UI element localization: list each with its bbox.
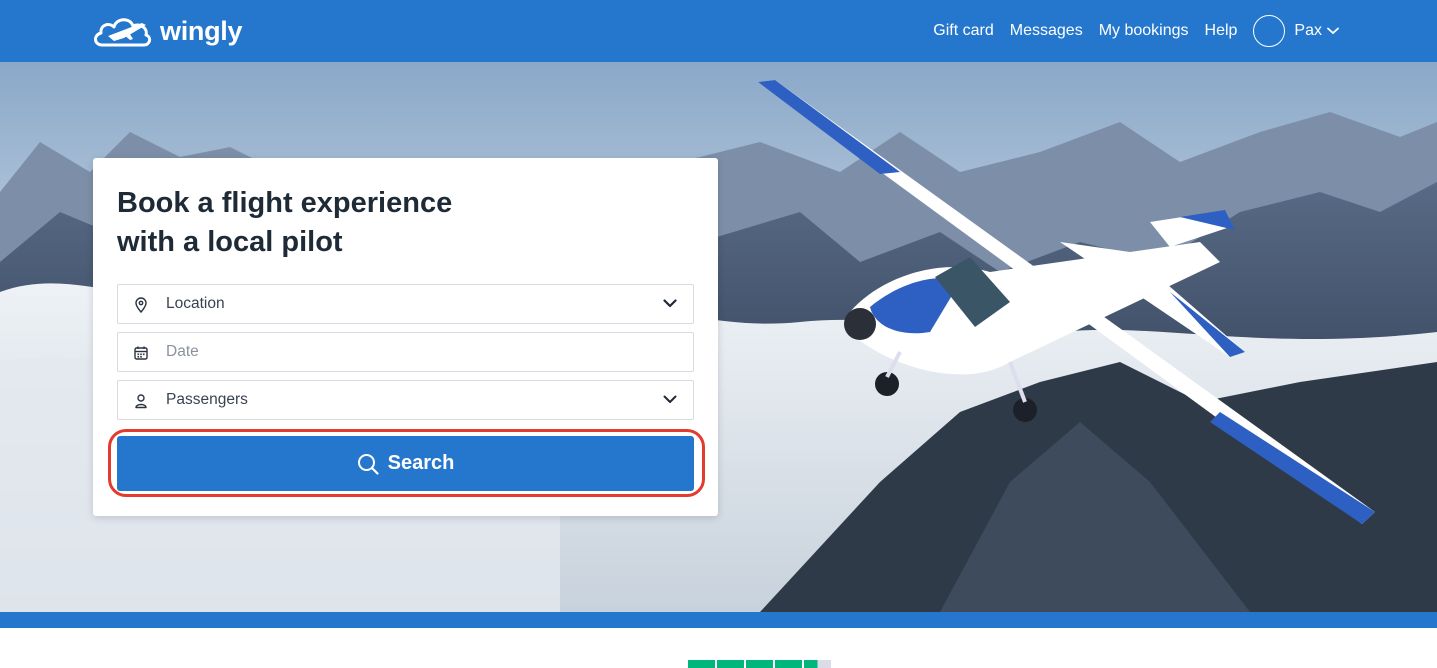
avatar-circle-icon[interactable] bbox=[1253, 15, 1286, 47]
search-button-label: Search bbox=[387, 452, 455, 474]
star-icon bbox=[688, 660, 715, 668]
star-icon bbox=[717, 660, 744, 668]
nav-my-bookings[interactable]: My bookings bbox=[1099, 22, 1189, 40]
search-icon bbox=[357, 453, 379, 475]
date-field[interactable]: Date bbox=[117, 332, 694, 372]
booking-card: Book a flight experience with a local pi… bbox=[93, 158, 718, 516]
star-half-icon bbox=[804, 660, 831, 668]
location-pin-icon bbox=[135, 297, 147, 313]
nav-messages[interactable]: Messages bbox=[1010, 22, 1083, 40]
passengers-select[interactable]: Passengers bbox=[117, 380, 694, 420]
location-select[interactable]: Location bbox=[117, 284, 694, 324]
date-placeholder: Date bbox=[166, 343, 199, 360]
brand-name: wingly bbox=[160, 15, 243, 46]
nav-help[interactable]: Help bbox=[1205, 22, 1238, 40]
title-line-2: with a local pilot bbox=[117, 226, 343, 258]
hero-bottom-strip bbox=[0, 612, 1437, 628]
nav-gift-card[interactable]: Gift card bbox=[933, 22, 993, 40]
person-icon bbox=[135, 394, 147, 409]
user-menu[interactable]: Pax bbox=[1253, 15, 1339, 47]
location-label: Location bbox=[166, 295, 225, 312]
star-icon bbox=[746, 660, 773, 668]
title-line-1: Book a flight experience bbox=[117, 187, 453, 219]
search-button[interactable]: Search bbox=[117, 436, 694, 491]
star-icon bbox=[775, 660, 802, 668]
user-name: Pax bbox=[1294, 22, 1322, 39]
cloud-plane-icon bbox=[94, 18, 152, 47]
chevron-down-icon bbox=[663, 299, 677, 308]
main-nav: Gift card Messages My bookings Help Pax bbox=[933, 0, 1339, 62]
chevron-down-icon bbox=[1327, 27, 1339, 35]
rating-stars bbox=[688, 660, 833, 668]
page-title: Book a flight experience with a local pi… bbox=[117, 184, 537, 262]
passengers-label: Passengers bbox=[166, 391, 248, 408]
wingly-logo[interactable]: wingly bbox=[92, 12, 243, 50]
calendar-icon bbox=[134, 346, 148, 360]
chevron-down-icon bbox=[663, 395, 677, 403]
top-navbar: wingly Gift card Messages My bookings He… bbox=[0, 0, 1437, 62]
